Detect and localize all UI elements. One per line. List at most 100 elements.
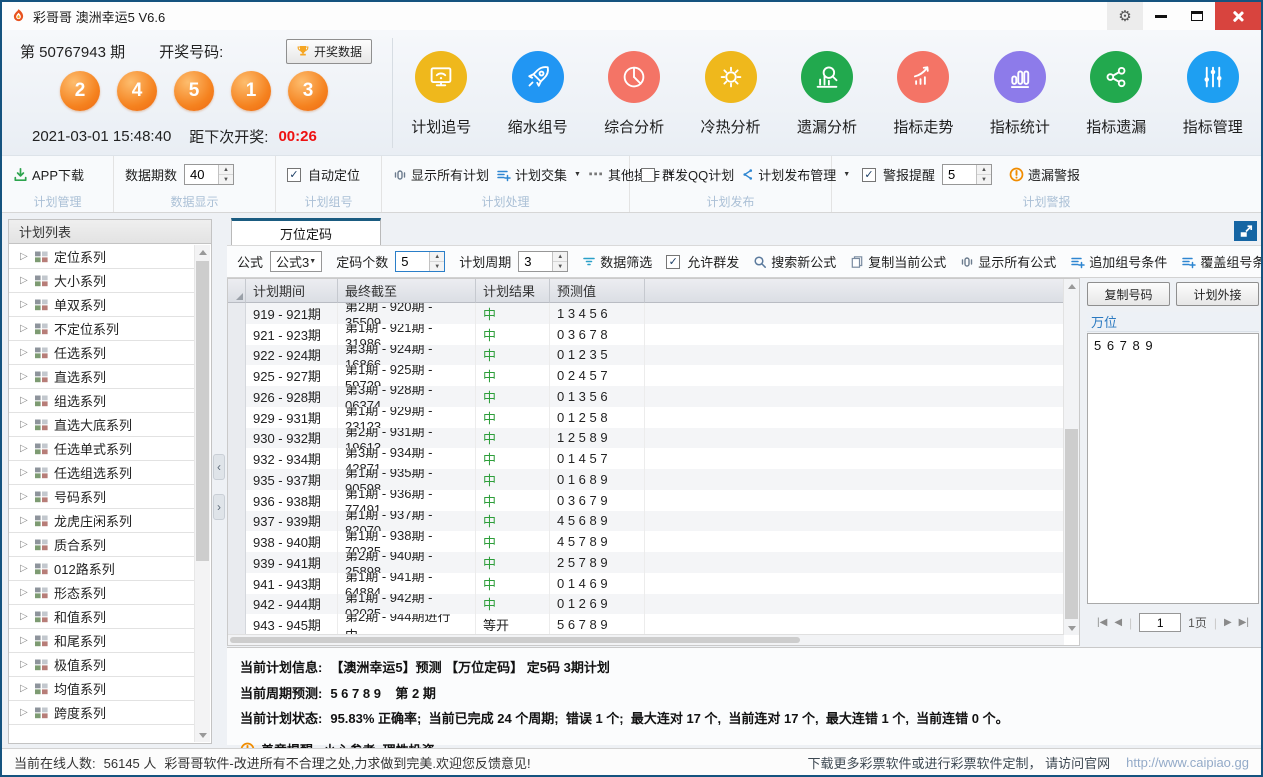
nav-plan-chase[interactable]: 计划追号	[393, 30, 489, 156]
column-header[interactable]: 最终截至	[338, 279, 476, 303]
alert-remind-checkbox[interactable]: ✓	[862, 168, 876, 182]
next-page-icon[interactable]: ▶	[1224, 617, 1232, 628]
sidebar-item[interactable]: ▷直选大底系列	[9, 413, 194, 437]
expand-caret-icon[interactable]: ▷	[20, 251, 29, 262]
data-periods-stepper[interactable]: ▲▼	[184, 164, 234, 185]
formula-select[interactable]: 公式3 ▼	[270, 251, 322, 272]
maximize-button[interactable]	[1179, 2, 1215, 30]
expand-caret-icon[interactable]: ▷	[20, 371, 29, 382]
close-button[interactable]	[1215, 2, 1261, 30]
miss-alert-button[interactable]: 遗漏警报	[1009, 165, 1080, 184]
expand-caret-icon[interactable]: ▷	[20, 491, 29, 502]
sidebar-item[interactable]: ▷不定位系列	[9, 317, 194, 341]
sidebar-item[interactable]: ▷跨度系列	[9, 701, 194, 725]
app-download-button[interactable]: APP下载	[13, 165, 84, 184]
plan-cycle-input[interactable]	[519, 252, 552, 271]
nav-hot-cold[interactable]: 冷热分析	[682, 30, 778, 156]
copy-numbers-button[interactable]: 复制号码	[1087, 282, 1170, 306]
column-header[interactable]	[645, 279, 1079, 303]
table-row[interactable]: 936 - 938期第1期 - 936期 - 77491中0 3 6 7 9	[228, 490, 1079, 511]
table-row[interactable]: 938 - 940期第1期 - 938期 - 70235中4 5 7 8 9	[228, 531, 1079, 552]
nav-combined-analysis[interactable]: 综合分析	[586, 30, 682, 156]
stepper-arrows[interactable]: ▲▼	[976, 165, 991, 184]
sidebar-item[interactable]: ▷定位系列	[9, 245, 194, 269]
table-row[interactable]: 942 - 944期第1期 - 942期 - 02025中0 1 2 6 9	[228, 594, 1079, 615]
nav-indicator-stats[interactable]: 指标统计	[972, 30, 1068, 156]
table-row[interactable]: 930 - 932期第2期 - 931期 - 19613中1 2 5 8 9	[228, 428, 1079, 449]
select-all-corner[interactable]	[228, 279, 246, 303]
expand-caret-icon[interactable]: ▷	[20, 683, 29, 694]
expand-caret-icon[interactable]: ▷	[20, 515, 29, 526]
plan-external-button[interactable]: 计划外接	[1176, 282, 1259, 306]
data-periods-input[interactable]	[185, 165, 218, 184]
table-row[interactable]: 919 - 921期第2期 - 920期 - 35509中1 3 4 5 6	[228, 303, 1079, 324]
tab-wanwei-dingma[interactable]: 万位定码	[231, 218, 381, 245]
sidebar-scrollbar[interactable]	[194, 245, 210, 742]
last-page-icon[interactable]: ▶|	[1239, 617, 1249, 628]
nav-indicator-manage[interactable]: 指标管理	[1165, 30, 1261, 156]
scroll-up-icon[interactable]	[1064, 279, 1079, 293]
prev-page-icon[interactable]: ◀	[1114, 617, 1122, 628]
table-hscrollbar[interactable]	[228, 634, 1064, 645]
expand-caret-icon[interactable]: ▷	[20, 707, 29, 718]
splitter-expand-handle[interactable]: ›	[213, 494, 225, 520]
scrollbar-thumb[interactable]	[1065, 429, 1078, 619]
official-site-link[interactable]: http://www.caipiao.gg	[1126, 755, 1249, 770]
sidebar-item[interactable]: ▷单双系列	[9, 293, 194, 317]
expand-caret-icon[interactable]: ▷	[20, 539, 29, 550]
expand-caret-icon[interactable]: ▷	[20, 419, 29, 430]
alert-input[interactable]	[943, 165, 976, 184]
sidebar-item[interactable]: ▷号码系列	[9, 485, 194, 509]
expand-caret-icon[interactable]: ▷	[20, 323, 29, 334]
nav-indicator-miss[interactable]: 指标遗漏	[1068, 30, 1164, 156]
expand-panel-icon[interactable]	[1234, 221, 1257, 241]
sidebar-item[interactable]: ▷形态系列	[9, 581, 194, 605]
append-condition-button[interactable]: 追加组号条件	[1070, 252, 1167, 271]
show-all-formula-button[interactable]: 显示所有公式	[960, 252, 1056, 271]
auto-position-checkbox[interactable]: ✓	[287, 168, 301, 182]
sidebar-item[interactable]: ▷任选系列	[9, 341, 194, 365]
plan-intersection-button[interactable]: 计划交集 ▼	[496, 165, 581, 184]
qq-group-send-checkbox[interactable]	[641, 168, 655, 182]
expand-caret-icon[interactable]: ▷	[20, 659, 29, 670]
table-row[interactable]: 925 - 927期第1期 - 925期 - 59729中0 2 4 5 7	[228, 365, 1079, 386]
alert-stepper[interactable]: ▲▼	[942, 164, 992, 185]
stepper-arrows[interactable]: ▲▼	[429, 252, 444, 271]
nav-miss-analysis[interactable]: 遗漏分析	[779, 30, 875, 156]
expand-caret-icon[interactable]: ▷	[20, 299, 29, 310]
expand-caret-icon[interactable]: ▷	[20, 467, 29, 478]
sidebar-item[interactable]: ▷均值系列	[9, 677, 194, 701]
table-row[interactable]: 939 - 941期第2期 - 940期 - 25898中2 5 7 8 9	[228, 552, 1079, 573]
settings-gear-icon[interactable]: ⚙	[1107, 2, 1143, 30]
nav-indicator-trend[interactable]: 指标走势	[875, 30, 971, 156]
table-row[interactable]: 921 - 923期第1期 - 921期 - 31986中0 3 6 7 8	[228, 324, 1079, 345]
expand-caret-icon[interactable]: ▷	[20, 275, 29, 286]
nav-shrink-group[interactable]: 缩水组号	[489, 30, 585, 156]
copy-formula-button[interactable]: 复制当前公式	[850, 252, 946, 271]
data-filter-button[interactable]: 数据筛选	[582, 252, 652, 271]
table-row[interactable]: 922 - 924期第3期 - 924期 - 16866中0 1 2 3 5	[228, 345, 1079, 366]
scroll-down-icon[interactable]	[1064, 621, 1079, 635]
table-row[interactable]: 943 - 945期第2期 - 944期进行中...等开5 6 7 8 9	[228, 614, 1079, 635]
expand-caret-icon[interactable]: ▷	[20, 563, 29, 574]
sidebar-item[interactable]: ▷直选系列	[9, 365, 194, 389]
table-row[interactable]: 941 - 943期第1期 - 941期 - 64884中0 1 4 6 9	[228, 573, 1079, 594]
allow-group-send-checkbox[interactable]: ✓	[666, 255, 680, 269]
scroll-down-icon[interactable]	[195, 728, 210, 742]
sidebar-item[interactable]: ▷组选系列	[9, 389, 194, 413]
predicted-numbers-box[interactable]: 5 6 7 8 9	[1087, 333, 1259, 604]
expand-caret-icon[interactable]: ▷	[20, 395, 29, 406]
sidebar-item[interactable]: ▷012路系列	[9, 557, 194, 581]
table-row[interactable]: 935 - 937期第1期 - 935期 - 90598中0 1 6 8 9	[228, 469, 1079, 490]
sidebar-item[interactable]: ▷极值系列	[9, 653, 194, 677]
table-vscrollbar[interactable]	[1063, 279, 1079, 635]
table-row[interactable]: 926 - 928期第3期 - 928期 - 06374中0 1 3 5 6	[228, 386, 1079, 407]
expand-caret-icon[interactable]: ▷	[20, 347, 29, 358]
sidebar-item[interactable]: ▷质合系列	[9, 533, 194, 557]
minimize-button[interactable]	[1143, 2, 1179, 30]
expand-caret-icon[interactable]: ▷	[20, 635, 29, 646]
stepper-arrows[interactable]: ▲▼	[218, 165, 233, 184]
sidebar-item[interactable]: ▷大小系列	[9, 269, 194, 293]
expand-caret-icon[interactable]: ▷	[20, 443, 29, 454]
code-count-stepper[interactable]: ▲▼	[395, 251, 445, 272]
